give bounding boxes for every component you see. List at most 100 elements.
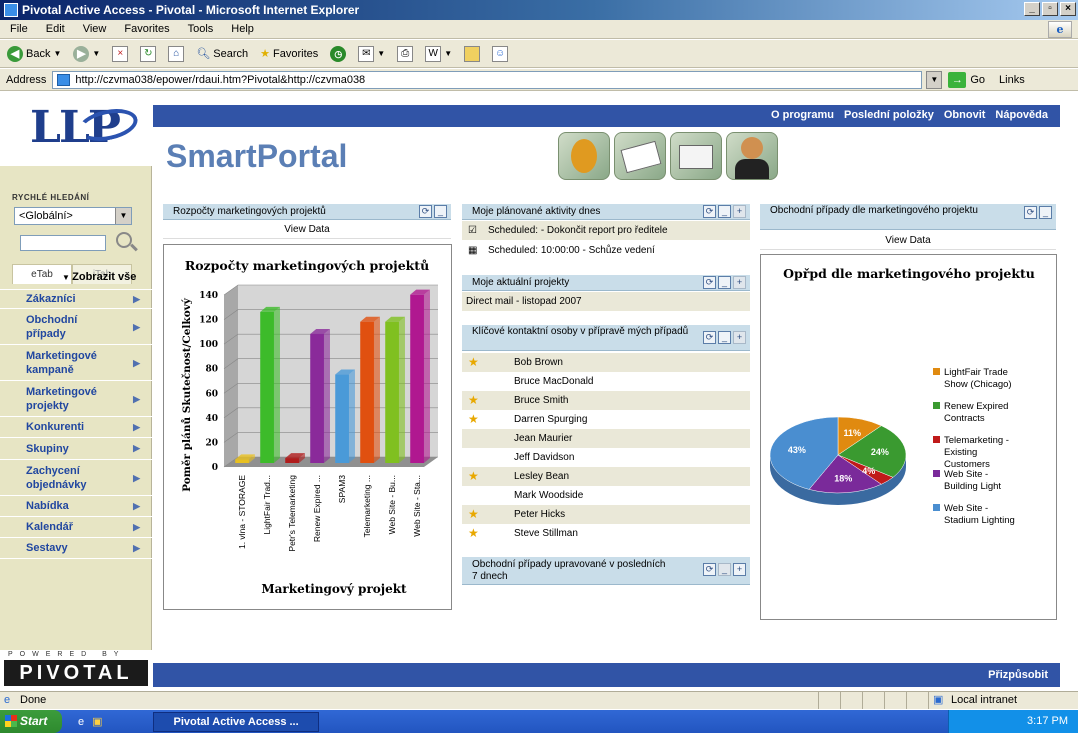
history-button[interactable]: ◷ <box>327 43 349 65</box>
menu-help[interactable]: Help <box>231 23 254 35</box>
show-all-link[interactable]: ▼ Zobrazit vše <box>62 271 136 283</box>
minimize-panel-icon[interactable]: _ <box>434 205 447 218</box>
calendar-shortcut-icon[interactable] <box>614 132 666 180</box>
chart-title: Opřpd dle marketingového projektu <box>783 266 1035 281</box>
messenger-button[interactable]: ☺ <box>489 43 511 65</box>
company-logo: LLP <box>0 96 152 166</box>
forward-button[interactable]: ▶ ▼ <box>70 43 103 65</box>
chevron-right-icon: ▶ <box>133 542 140 553</box>
new-item-icon[interactable]: + <box>733 276 746 289</box>
refresh-panel-icon[interactable]: ⟳ <box>703 331 716 344</box>
contact-row[interactable]: ★ Bob Brown <box>462 353 750 372</box>
contact-row[interactable]: ★ Darren Spurging <box>462 410 750 429</box>
sidebar-item-competitors[interactable]: Konkurenti ▶ <box>0 416 152 437</box>
quick-search-title: RYCHLÉ HLEDÁNÍ <box>12 193 90 202</box>
about-link[interactable]: O programu <box>771 109 834 121</box>
search-input[interactable] <box>20 235 106 251</box>
legend-label: Web Site - <box>944 469 988 480</box>
sidebar-item-projects[interactable]: Marketingové projekty ▶ <box>0 380 152 416</box>
bar <box>385 321 399 463</box>
menu-view[interactable]: View <box>83 23 107 35</box>
sidebar-item-customers[interactable]: Zákazníci ▶ <box>0 289 152 308</box>
bar-side <box>398 316 405 463</box>
refresh-panel-icon[interactable]: ⟳ <box>703 205 716 218</box>
x-tick-label: 1. vlna - STORAGE <box>237 475 247 549</box>
refresh-link[interactable]: Obnovit <box>944 109 986 121</box>
back-button[interactable]: ◀ Back ▼ <box>4 43 64 65</box>
list-item[interactable]: Direct mail - listopad 2007 <box>462 292 750 311</box>
minimize-panel-icon[interactable]: _ <box>718 331 731 344</box>
contact-name: Mark Woodside <box>514 490 584 501</box>
list-item[interactable]: ▦ Scheduled: 10:00:00 - Schůze vedení <box>462 241 750 260</box>
bottom-bar: Přizpůsobit <box>153 663 1060 687</box>
contact-row[interactable]: Jean Maurier <box>462 429 750 448</box>
links-button[interactable]: Links <box>999 74 1025 86</box>
sidebar-item-calendar[interactable]: Kalendář ▶ <box>0 516 152 537</box>
stop-button[interactable]: × <box>109 43 131 65</box>
opportunity-pie-chart-svg: Opřpd dle marketingového projektu 11% 24%… <box>769 266 1035 526</box>
refresh-panel-icon[interactable]: ⟳ <box>1024 206 1037 219</box>
new-item-icon[interactable]: + <box>733 563 746 576</box>
contacts-shortcut-icon[interactable] <box>558 132 610 180</box>
favorites-button[interactable]: ★ Favorites <box>257 43 321 65</box>
sidebar-item-campaigns[interactable]: Marketingové kampaně ▶ <box>0 344 152 380</box>
sidebar-item-opportunities[interactable]: Obchodní případy ▶ <box>0 308 152 344</box>
search-button[interactable]: 🔍︎ Search <box>193 43 251 65</box>
contact-row[interactable]: ★ Steve Stillman <box>462 524 750 543</box>
menu-file[interactable]: File <box>10 23 28 35</box>
print-button[interactable]: ⎙ <box>394 43 416 65</box>
contact-row[interactable]: Jeff Davidson <box>462 448 750 467</box>
taskbar-item-browser[interactable]: Pivotal Active Access ... <box>152 711 319 732</box>
contact-row[interactable]: Bruce MacDonald <box>462 372 750 391</box>
address-field[interactable]: http://czvma038/epower/rdaui.htm?Pivotal… <box>52 70 923 89</box>
minimize-panel-icon[interactable]: _ <box>718 563 731 576</box>
minimize-panel-icon[interactable]: _ <box>718 276 731 289</box>
user-shortcut-icon[interactable] <box>726 132 778 180</box>
quicklaunch-folder-icon[interactable]: ▣ <box>92 715 102 728</box>
contact-row[interactable]: ★ Peter Hicks <box>462 505 750 524</box>
minimize-button[interactable]: _ <box>1024 2 1040 16</box>
quicklaunch-ie-icon[interactable]: e <box>78 716 84 728</box>
search-icon[interactable] <box>116 232 132 248</box>
bar <box>410 294 424 463</box>
sidebar-item-orders[interactable]: Zachycení objednávky ▶ <box>0 459 152 495</box>
menu-tools[interactable]: Tools <box>188 23 214 35</box>
mail-shortcut-icon[interactable] <box>670 132 722 180</box>
sidebar-item-groups[interactable]: Skupiny ▶ <box>0 437 152 459</box>
menu-bar: File Edit View Favorites Tools Help e <box>0 20 1078 39</box>
scope-select[interactable]: <Globální> ▼ <box>14 207 132 225</box>
mail-button[interactable]: ✉ ▼ <box>355 43 388 65</box>
maximize-button[interactable]: ▫ <box>1042 2 1058 16</box>
legend-label: Telemarketing - <box>944 435 1009 446</box>
contact-row[interactable]: ★ Bruce Smith <box>462 391 750 410</box>
home-button[interactable]: ⌂ <box>165 43 187 65</box>
refresh-panel-icon[interactable]: ⟳ <box>703 563 716 576</box>
refresh-panel-icon[interactable]: ⟳ <box>419 205 432 218</box>
address-dropdown-icon[interactable]: ▼ <box>926 70 943 89</box>
sidebar-item-reports[interactable]: Sestavy ▶ <box>0 537 152 559</box>
contact-row[interactable]: ★ Lesley Bean <box>462 467 750 486</box>
refresh-button[interactable]: ↻ <box>137 43 159 65</box>
menu-edit[interactable]: Edit <box>46 23 65 35</box>
minimize-panel-icon[interactable]: _ <box>1039 206 1052 219</box>
start-button[interactable]: Start <box>0 710 62 733</box>
close-button[interactable]: × <box>1060 2 1076 16</box>
menu-favorites[interactable]: Favorites <box>124 23 169 35</box>
new-item-icon[interactable]: + <box>733 205 746 218</box>
recent-items-link[interactable]: Poslední položky <box>844 109 934 121</box>
sidebar-item-quotes[interactable]: Nabídka ▶ <box>0 495 152 516</box>
view-data-link[interactable]: View Data <box>760 232 1056 250</box>
view-data-link[interactable]: View Data <box>163 221 451 239</box>
list-item[interactable]: ☑ Scheduled: - Dokončit report pro ředite… <box>462 221 750 240</box>
refresh-panel-icon[interactable]: ⟳ <box>703 276 716 289</box>
help-link[interactable]: Nápověda <box>995 109 1048 121</box>
y-tick-label: 0 <box>212 463 218 473</box>
customize-link[interactable]: Přizpůsobit <box>988 663 1048 687</box>
minimize-panel-icon[interactable]: _ <box>718 205 731 218</box>
edit-button[interactable]: W ▼ <box>422 43 455 65</box>
bar-side <box>423 289 430 463</box>
contact-row[interactable]: Mark Woodside <box>462 486 750 505</box>
folder-button[interactable] <box>461 43 483 65</box>
new-item-icon[interactable]: + <box>733 331 746 344</box>
go-button[interactable]: → Go <box>948 71 985 88</box>
